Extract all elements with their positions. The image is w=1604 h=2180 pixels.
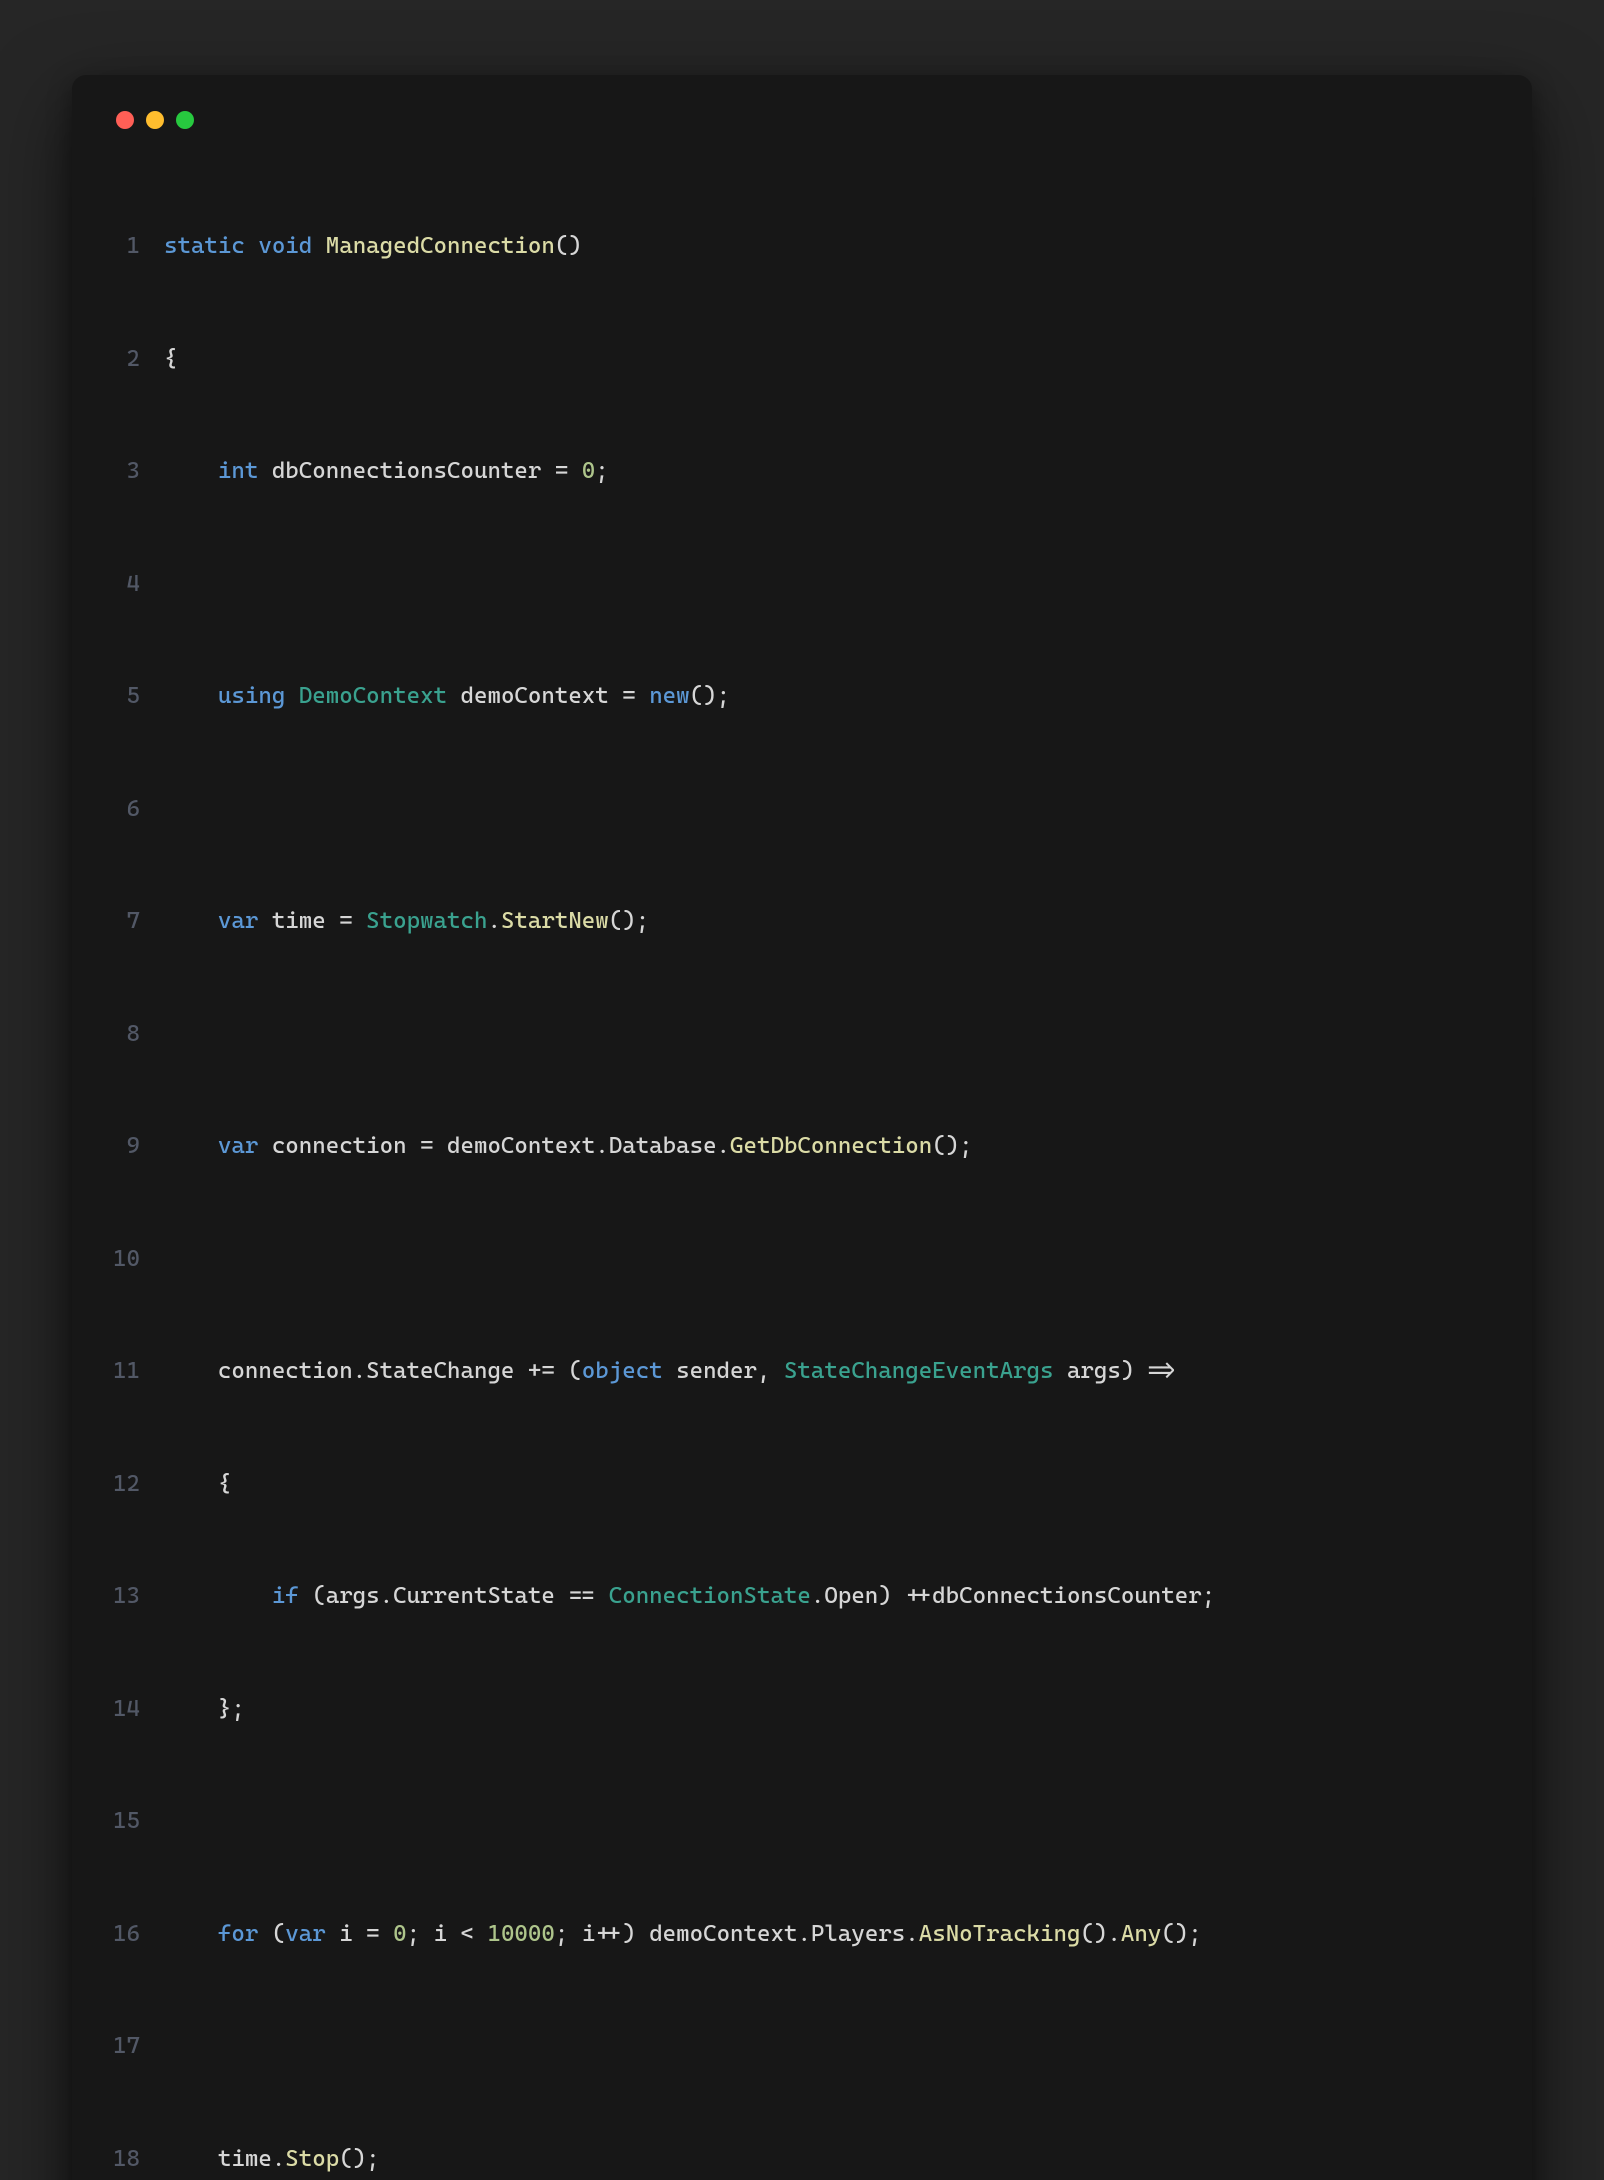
code-line: 17 [112,2028,1492,2066]
code-line: 11 connection.StateChange += (object sen… [112,1353,1492,1391]
line-number: 12 [112,1466,164,1504]
code-source: var time = Stopwatch.StartNew(); [164,903,649,941]
code-line: 13 if (args.CurrentState == ConnectionSt… [112,1578,1492,1616]
code-line: 12 { [112,1466,1492,1504]
code-line: 5 using DemoContext demoContext = new(); [112,678,1492,716]
close-icon[interactable] [116,111,134,129]
line-number: 11 [112,1353,164,1391]
code-line: 18 time.Stop(); [112,2141,1492,2179]
line-number: 14 [112,1691,164,1729]
code-source: using DemoContext demoContext = new(); [164,678,730,716]
line-number: 17 [112,2028,164,2066]
minimize-icon[interactable] [146,111,164,129]
code-source: for (var i = 0; i < 10000; i++) demoCont… [164,1916,1202,1954]
line-number: 9 [112,1128,164,1166]
line-number: 4 [112,566,164,604]
code-source: { [164,1466,231,1504]
code-source: int dbConnectionsCounter = 0; [164,453,609,491]
line-number: 3 [112,453,164,491]
code-line: 15 [112,1803,1492,1841]
line-number: 7 [112,903,164,941]
line-number: 18 [112,2141,164,2179]
code-source: { [164,341,177,379]
code-source: connection.StateChange += (object sender… [164,1353,1175,1391]
code-source: if (args.CurrentState == ConnectionState… [164,1578,1215,1616]
code-line: 7 var time = Stopwatch.StartNew(); [112,903,1492,941]
line-number: 16 [112,1916,164,1954]
code-line: 3 int dbConnectionsCounter = 0; [112,453,1492,491]
code-line: 10 [112,1241,1492,1279]
window-titlebar [112,105,1492,153]
code-line: 16 for (var i = 0; i < 10000; i++) demoC… [112,1916,1492,1954]
line-number: 10 [112,1241,164,1279]
code-line: 6 [112,791,1492,829]
code-window: 1static void ManagedConnection() 2{ 3 in… [72,75,1532,2180]
code-source: time.Stop(); [164,2141,380,2179]
code-source: var connection = demoContext.Database.Ge… [164,1128,973,1166]
code-line: 14 }; [112,1691,1492,1729]
code-line: 9 var connection = demoContext.Database.… [112,1128,1492,1166]
zoom-icon[interactable] [176,111,194,129]
line-number: 15 [112,1803,164,1841]
code-line: 2{ [112,341,1492,379]
code-source: static void ManagedConnection() [164,228,582,266]
line-number: 13 [112,1578,164,1616]
line-number: 5 [112,678,164,716]
line-number: 2 [112,341,164,379]
line-number: 8 [112,1016,164,1054]
line-number: 1 [112,228,164,266]
code-line: 4 [112,566,1492,604]
line-number: 6 [112,791,164,829]
code-line: 1static void ManagedConnection() [112,228,1492,266]
code-block[interactable]: 1static void ManagedConnection() 2{ 3 in… [112,153,1492,2180]
code-source: }; [164,1691,245,1729]
code-line: 8 [112,1016,1492,1054]
